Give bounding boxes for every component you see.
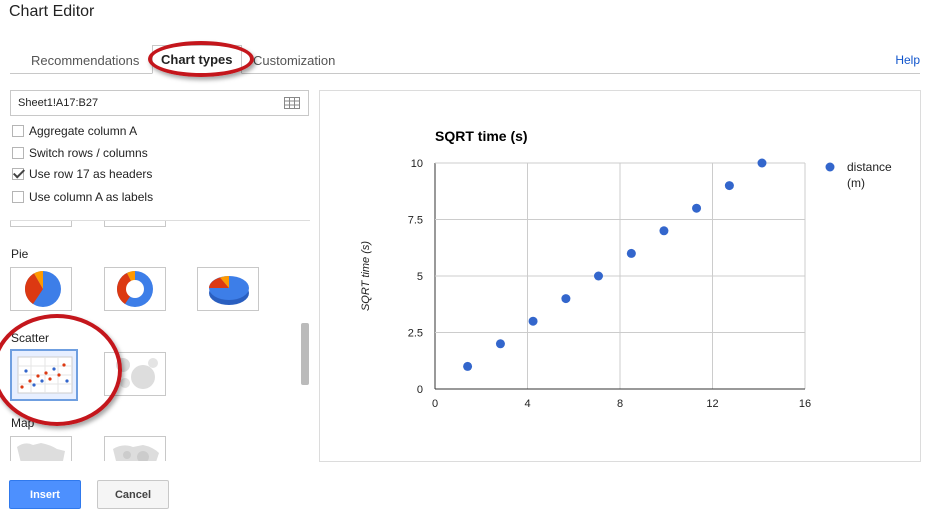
option-label: Switch rows / columns [29, 146, 148, 160]
section-label-pie: Pie [11, 247, 29, 261]
map-icon [17, 443, 65, 461]
chart-thumb-donut[interactable] [104, 267, 166, 311]
legend-label: distance (m) [847, 160, 892, 190]
chart-thumb-partial[interactable] [10, 221, 72, 227]
grid-icon[interactable] [284, 97, 300, 109]
x-tick-label: 4 [524, 398, 530, 410]
option-label: Use row 17 as headers [29, 167, 153, 181]
chart-thumb-geo-map[interactable] [10, 436, 72, 461]
chart-thumb-marker-map[interactable] [104, 436, 166, 461]
y-tick-label: 10 [411, 158, 423, 170]
bubble-chart-icon [116, 358, 158, 389]
chart-type-list[interactable]: Pie Scatter Map [10, 221, 310, 461]
chart-legend: distance (m) [825, 160, 892, 190]
data-point [463, 361, 473, 371]
option-aggregate-column[interactable]: Aggregate column A [12, 124, 137, 138]
checkbox[interactable] [12, 125, 24, 137]
chart-thumb-pie[interactable] [10, 267, 72, 311]
x-tick-label: 12 [706, 398, 718, 410]
insert-button[interactable]: Insert [9, 480, 81, 509]
tab-recommendations[interactable]: Recommendations [31, 53, 139, 68]
option-label: Use column A as labels [29, 190, 154, 204]
option-use-column-labels[interactable]: Use column A as labels [12, 190, 153, 204]
chart-thumb-scatter[interactable] [10, 349, 78, 401]
chart-thumb-3d-pie[interactable] [197, 267, 259, 311]
x-axis-ticks: 0 4 8 12 16 [432, 398, 811, 410]
tabs-divider [10, 73, 920, 74]
chart-thumb-partial[interactable] [104, 221, 166, 227]
help-link[interactable]: Help [895, 53, 920, 67]
y-axis-label: SQRT time (s) [360, 241, 372, 311]
y-tick-label: 2.5 [408, 328, 423, 340]
3d-pie-chart-icon [209, 276, 249, 305]
option-label: Aggregate column A [29, 124, 138, 138]
pie-chart-icon [24, 271, 61, 307]
checkbox-checked[interactable] [12, 168, 24, 180]
chart-preview-panel: SQRT time (s) 0 4 8 12 16 0 2.5 5 7.5 10 SQRT ti… [319, 90, 921, 462]
x-tick-label: 8 [617, 398, 623, 410]
y-tick-label: 7.5 [408, 215, 423, 227]
data-point [561, 294, 571, 304]
chart-thumb-bubble[interactable] [104, 352, 166, 396]
x-tick-label: 0 [432, 398, 438, 410]
tab-chart-types[interactable]: Chart types [152, 45, 242, 74]
data-point [692, 203, 702, 213]
data-point [659, 226, 669, 236]
window-title: Chart Editor [9, 3, 95, 20]
data-range-field[interactable] [10, 90, 309, 116]
y-axis-ticks: 0 2.5 5 7.5 10 [408, 158, 423, 396]
data-point [528, 316, 538, 326]
x-tick-label: 16 [799, 398, 811, 410]
option-use-row-headers[interactable]: Use row 17 as headers [12, 167, 152, 181]
checkbox[interactable] [12, 147, 24, 159]
legend-marker [825, 162, 835, 172]
data-points [463, 158, 767, 371]
tab-customization[interactable]: Customization [253, 53, 335, 68]
option-switch-rows-columns[interactable]: Switch rows / columns [12, 146, 148, 160]
data-point [626, 248, 636, 258]
section-label-scatter: Scatter [11, 331, 50, 345]
checkbox[interactable] [12, 191, 24, 203]
data-point [495, 339, 505, 349]
data-range-input[interactable] [18, 92, 268, 114]
scatter-chart: SQRT time (s) 0 4 8 12 16 0 2.5 5 7.5 10 SQRT ti… [360, 128, 892, 410]
chart-grid [434, 162, 806, 390]
cancel-button[interactable]: Cancel [97, 480, 169, 509]
data-point [593, 271, 603, 281]
data-point [724, 181, 734, 191]
marker-map-icon [113, 445, 159, 461]
section-label-map: Map [11, 416, 35, 430]
y-tick-label: 5 [417, 271, 423, 283]
y-tick-label: 0 [417, 384, 423, 396]
data-point [757, 158, 767, 168]
scatter-chart-icon [17, 356, 73, 394]
chart-title: SQRT time (s) [435, 128, 528, 144]
list-scrollbar[interactable] [301, 323, 309, 385]
donut-chart-icon [116, 271, 153, 307]
